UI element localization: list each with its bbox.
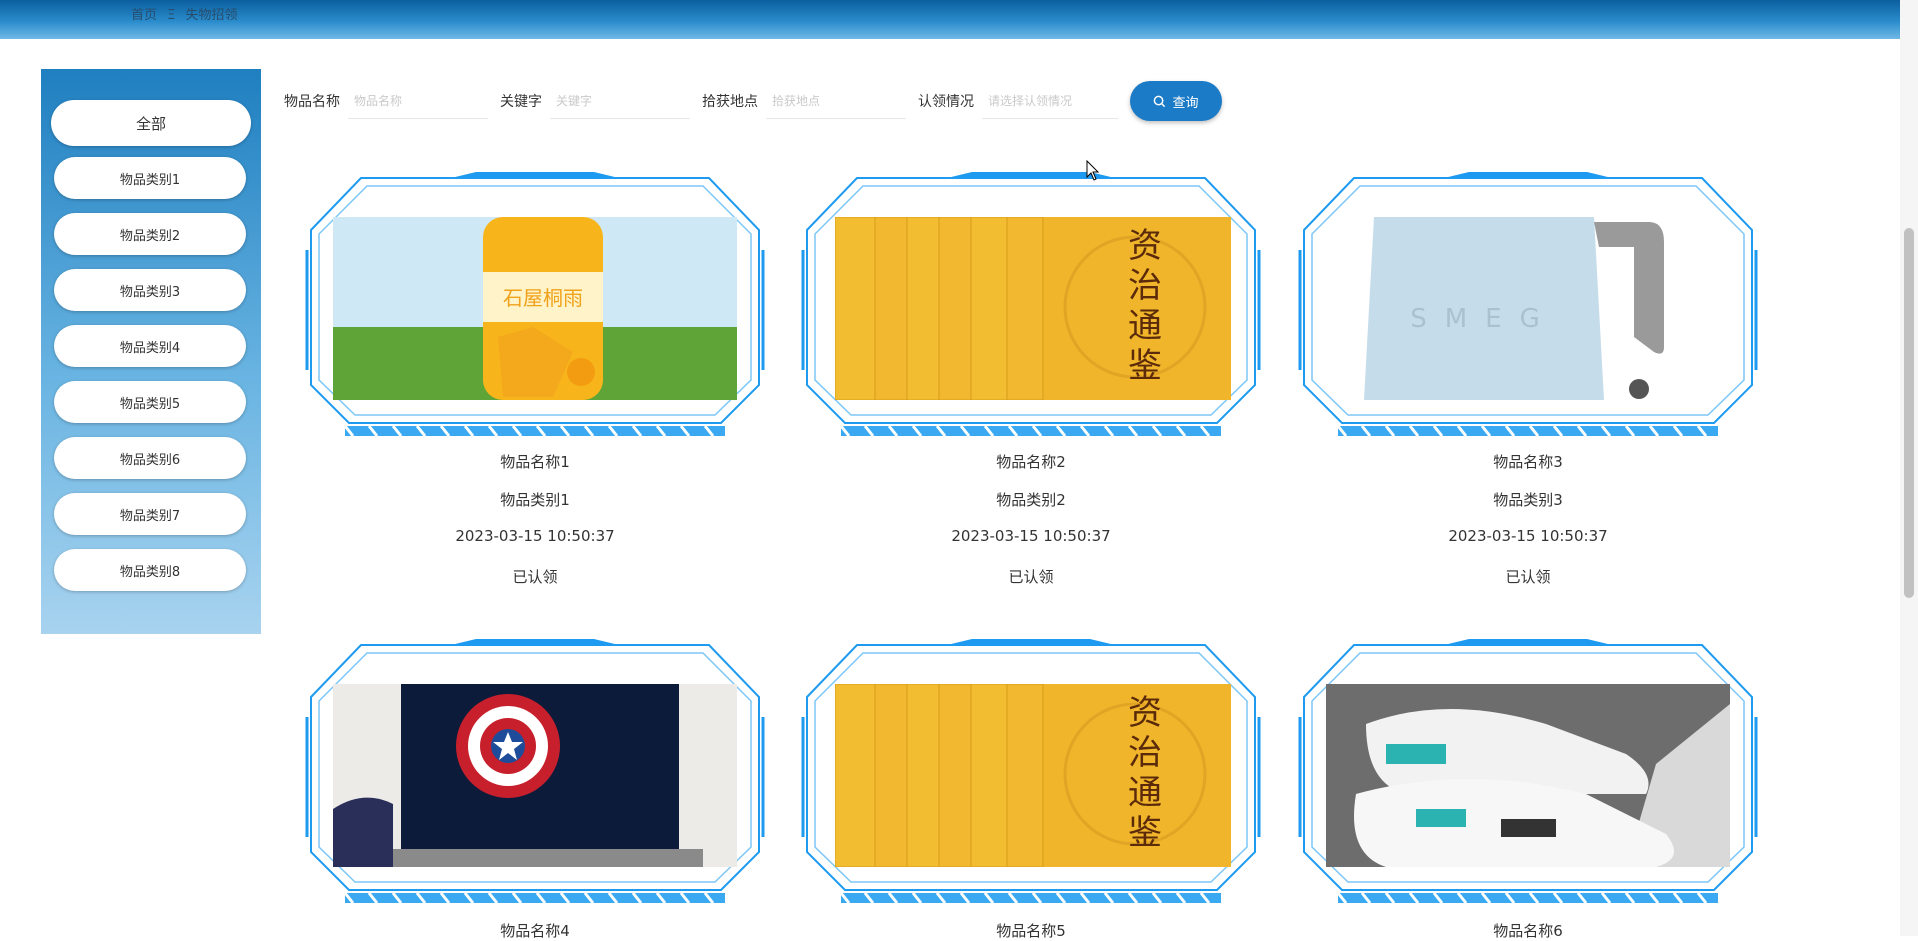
book-title-char-2: 治	[1128, 733, 1162, 773]
breadcrumb-separator-icon: Ξ	[167, 8, 176, 23]
search-icon	[1154, 95, 1166, 107]
keyword-label: 关键字	[500, 94, 542, 110]
item-name-filter: 物品名称	[284, 83, 488, 119]
item-name: 物品名称2	[996, 453, 1066, 471]
item-time: 2023-03-15 10:50:37	[951, 527, 1111, 545]
category-item-4[interactable]: 物品类别4	[54, 325, 246, 367]
item-name: 物品名称3	[1493, 453, 1563, 471]
search-bar: 物品名称 关键字 拾获地点 认领情况 查询	[284, 80, 1222, 122]
book-title-char-2: 治	[1128, 266, 1162, 306]
item-category: 物品类别2	[996, 491, 1066, 509]
item-image[interactable]: SMEG	[1364, 217, 1704, 400]
book-title-char-3: 通	[1128, 773, 1162, 813]
svg-text:石屋桐雨: 石屋桐雨	[503, 286, 583, 310]
kettle-brand: SMEG	[1410, 304, 1558, 334]
item-time: 2023-03-15 10:50:37	[1448, 527, 1608, 545]
item-card[interactable]: 资 治 通 鉴 物品名称2	[797, 170, 1265, 471]
category-item-2[interactable]: 物品类别2	[54, 213, 246, 255]
location-filter: 拾获地点	[702, 83, 906, 119]
item-name: 物品名称6	[1493, 922, 1563, 940]
breadcrumb-current: 失物招领	[185, 8, 238, 23]
book-title-char-1: 资	[1128, 226, 1162, 266]
scrollbar-thumb[interactable]	[1904, 228, 1914, 598]
item-card[interactable]	[1294, 637, 1762, 937]
location-label: 拾获地点	[702, 94, 758, 110]
search-button[interactable]: 查询	[1130, 81, 1222, 121]
item-category: 物品类别1	[500, 491, 570, 509]
item-card[interactable]	[301, 637, 769, 937]
category-item-7[interactable]: 物品类别7	[54, 493, 246, 535]
item-name: 物品名称5	[996, 922, 1066, 940]
category-item-5[interactable]: 物品类别5	[54, 381, 246, 423]
mouse-cursor-icon	[1086, 160, 1100, 181]
item-image[interactable]: 资 治 通 鉴	[835, 684, 1231, 867]
location-input[interactable]	[766, 83, 906, 119]
claim-filter: 认领情况	[918, 83, 1118, 119]
category-all[interactable]: 全部	[51, 100, 251, 146]
book-set-image: 资 治 通 鉴	[835, 684, 1231, 867]
item-image[interactable]: 石屋桐雨	[333, 217, 737, 400]
book-title-char-4: 鉴	[1128, 813, 1162, 853]
item-name: 物品名称1	[500, 453, 570, 471]
item-card[interactable]: 资 治 通 鉴	[797, 637, 1265, 937]
item-time: 2023-03-15 10:50:37	[455, 527, 615, 545]
book-title-char-4: 鉴	[1128, 346, 1162, 386]
item-name: 物品名称4	[500, 922, 570, 940]
shield-tv-image	[333, 684, 737, 867]
claim-select[interactable]	[982, 83, 1118, 119]
item-category: 物品类别3	[1493, 491, 1563, 509]
page-scrollbar[interactable]	[1900, 0, 1918, 936]
item-card[interactable]: SMEG 物品名称3	[1294, 170, 1762, 471]
item-status: 已认领	[512, 568, 558, 586]
item-name-input[interactable]	[348, 83, 488, 119]
search-button-label: 查询	[1172, 95, 1199, 111]
item-name-label: 物品名称	[284, 94, 340, 110]
category-item-6[interactable]: 物品类别6	[54, 437, 246, 479]
item-status: 已认领	[1505, 568, 1551, 586]
claim-label: 认领情况	[918, 94, 974, 110]
sneakers-image	[1326, 684, 1730, 867]
keyword-input[interactable]	[550, 83, 690, 119]
book-title-char-1: 资	[1128, 693, 1162, 733]
breadcrumb: 首页 Ξ 失物招领	[131, 4, 244, 23]
juice-bottle-image: 石屋桐雨	[333, 217, 737, 400]
item-image[interactable]: 资 治 通 鉴	[835, 217, 1231, 400]
book-title-char-3: 通	[1128, 306, 1162, 346]
category-item-1[interactable]: 物品类别1	[54, 157, 246, 199]
top-bar: 首页 Ξ 失物招领	[0, 0, 1900, 39]
category-item-8[interactable]: 物品类别8	[54, 549, 246, 591]
item-image[interactable]	[1326, 684, 1730, 867]
keyword-filter: 关键字	[500, 83, 690, 119]
category-sidebar: 全部 物品类别1 物品类别2 物品类别3 物品类别4 物品类别5 物品类别6 物…	[41, 69, 261, 634]
breadcrumb-home[interactable]: 首页	[131, 8, 157, 23]
kettle-image: SMEG	[1364, 217, 1704, 400]
category-item-3[interactable]: 物品类别3	[54, 269, 246, 311]
item-status: 已认领	[1008, 568, 1054, 586]
book-set-image: 资 治 通 鉴	[835, 217, 1231, 400]
item-card[interactable]: 石屋桐雨 物品名称1	[301, 170, 769, 471]
item-image[interactable]	[333, 684, 737, 867]
